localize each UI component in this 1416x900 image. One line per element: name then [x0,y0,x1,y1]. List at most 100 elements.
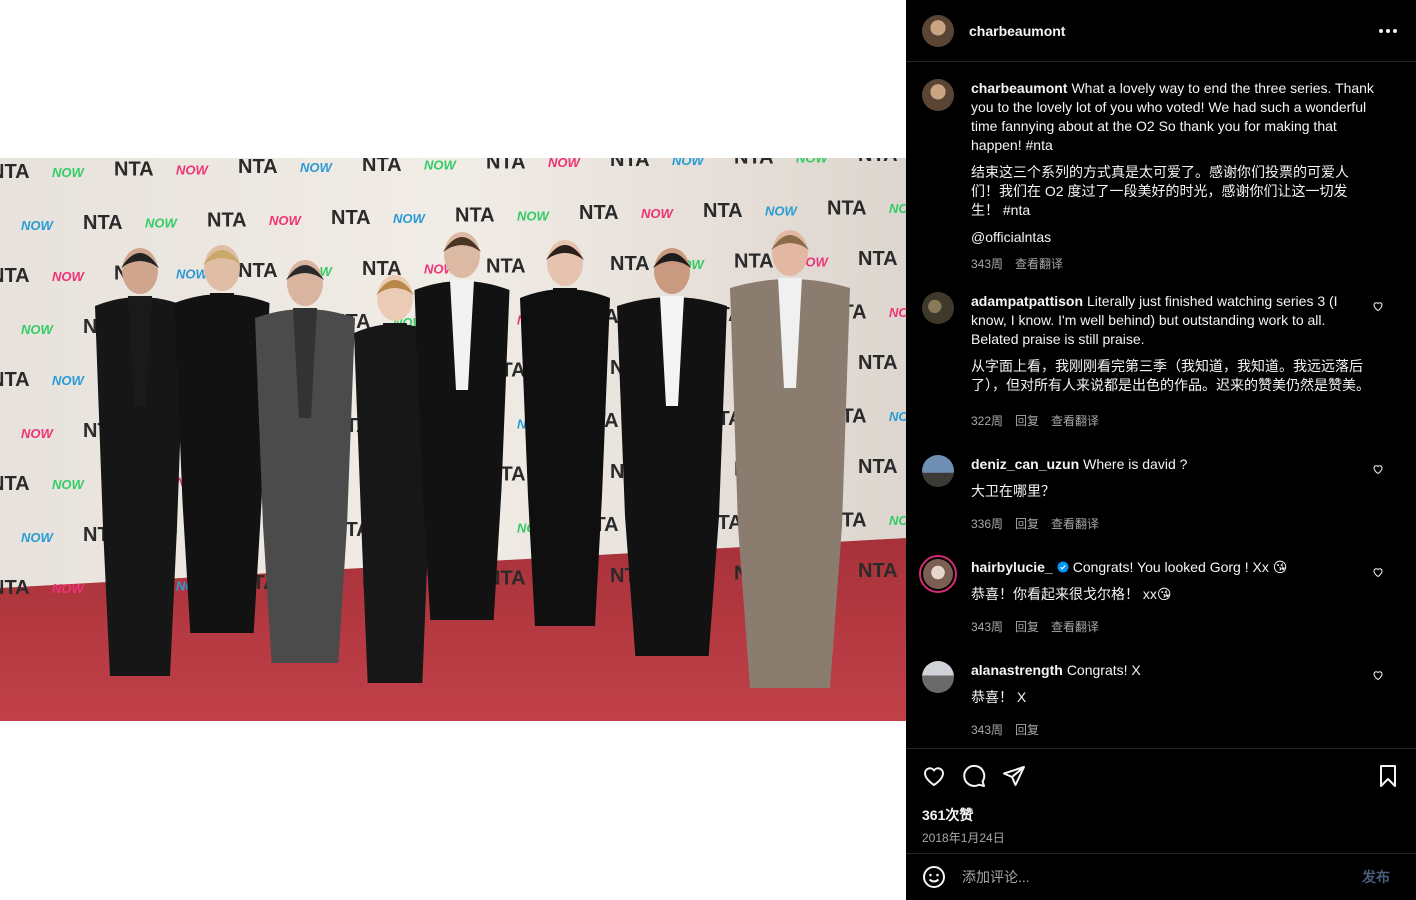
caption-avatar[interactable] [922,79,954,111]
like-comment-heart-icon[interactable] [1372,463,1384,475]
comment-time[interactable]: 322周 [971,412,1003,431]
backdrop-now-logo: NOW [548,158,582,170]
backdrop-nta-logo: NTA [734,251,774,273]
backdrop-now-logo: NOW [796,158,830,165]
likes-count[interactable]: 361次赞 [906,805,1416,825]
verified-badge-icon [1057,561,1069,573]
caption-time[interactable]: 343周 [971,255,1003,274]
comment-item: alanastrength Congrats! X 恭喜！ X 343周 回复 [922,661,1400,740]
comment-text: Congrats! X [1066,662,1141,678]
person-figure [255,260,355,663]
commenter-avatar[interactable] [922,455,954,487]
author-username[interactable]: charbeaumont [969,23,1065,39]
post-photo[interactable]: NTA NOW NTA NOW NTA NOW NTA NOW NTA NOW NTA NOW NTA N… [0,158,906,721]
backdrop-nta-logo: NTA [0,265,30,287]
backdrop-now-logo: NOW [672,158,706,168]
comment-translation: 恭喜！你看起来很戈尔格！ xx😘 [971,586,1172,602]
backdrop-now-logo: NOW [300,160,334,175]
post-media-panel: NTA NOW NTA NOW NTA NOW NTA NOW NTA NOW NTA NOW NTA N… [0,0,906,900]
caption-username[interactable]: charbeaumont [971,80,1067,96]
like-comment-heart-icon[interactable] [1372,669,1384,681]
commenter-username[interactable]: adampatpattison [971,293,1083,309]
comment-time[interactable]: 336周 [971,515,1003,534]
backdrop-nta-logo: NTA [238,158,278,178]
commenter-username[interactable]: alanastrength [971,662,1063,678]
comment-time[interactable]: 343周 [971,721,1003,740]
backdrop-nta-logo: NTA [455,205,495,227]
comment-text: Where is david ? [1083,456,1188,472]
commenter-username[interactable]: deniz_can_uzun [971,456,1079,472]
commenter-avatar[interactable] [922,292,954,324]
commenter-username[interactable]: hairbylucie_ [971,559,1053,575]
person-figure [730,230,850,688]
share-send-icon[interactable] [1002,764,1026,788]
backdrop-now-logo: NOW [21,530,55,545]
comment-time[interactable]: 343周 [971,618,1003,637]
backdrop-now-logo: NOW [517,208,551,223]
reply-link[interactable]: 回复 [1015,721,1039,740]
backdrop-nta-logo: NTA [362,158,402,176]
see-translation-link[interactable]: 查看翻译 [1051,412,1099,431]
person-figure [520,240,610,626]
caption-mention[interactable]: @officialntas [971,228,1375,247]
backdrop-nta-logo: NTA [0,369,30,391]
like-comment-heart-icon[interactable] [1372,566,1384,578]
backdrop-nta-logo: NTA [0,473,30,495]
emoji-smiley-icon[interactable] [922,865,946,889]
backdrop-now-logo: NOW [52,581,86,596]
backdrop-nta-logo: NTA [0,577,30,599]
comment-translation: 从字面上看，我刚刚看完第三季（我知道，我知道。我远远落后了），但对所有人来说都是… [971,358,1370,393]
person-figure [617,248,727,656]
backdrop-nta-logo: NTA [486,158,526,173]
backdrop-now-logo: NOW [21,322,55,337]
backdrop-now-logo: NOW [52,269,86,284]
award-photo-illustration: NTA NOW NTA NOW NTA NOW NTA NOW NTA NOW NTA NOW NTA N… [0,158,906,721]
backdrop-now-logo: NOW [889,305,906,320]
person-figure [174,245,270,633]
commenter-avatar-story-ring[interactable] [919,555,957,593]
backdrop-now-logo: NOW [889,513,906,528]
backdrop-nta-logo: NTA [579,202,619,224]
author-avatar[interactable] [922,14,954,47]
like-comment-heart-icon[interactable] [1372,300,1384,312]
commenter-avatar[interactable] [922,661,954,693]
caption-translation: 结束这三个系列的方式真是太可爱了。感谢你们投票的可爱人们！我们在 O2 度过了一… [971,164,1349,218]
backdrop-now-logo: NOW [52,373,86,388]
backdrop-nta-logo: NTA [827,197,867,219]
backdrop-nta-logo: NTA [331,207,371,229]
add-comment-bar: 发布 [906,853,1416,900]
backdrop-nta-logo: NTA [858,352,898,374]
post-actions: 361次赞 2018年1月24日 [906,748,1416,846]
comment-input[interactable] [962,869,1362,885]
post-comment-button[interactable]: 发布 [1362,867,1390,887]
comment-bubble-icon[interactable] [962,764,986,788]
backdrop-now-logo: NOW [21,426,55,441]
backdrop-now-logo: NOW [52,477,86,492]
backdrop-nta-logo: NTA [486,255,526,277]
backdrop-nta-logo: NTA [610,158,650,171]
backdrop-nta-logo: NTA [734,158,774,169]
backdrop-now-logo: NOW [21,218,55,233]
backdrop-now-logo: NOW [269,213,303,228]
backdrop-nta-logo: NTA [858,456,898,478]
comments-list[interactable]: charbeaumont What a lovely way to end the… [906,63,1416,747]
see-translation-link[interactable]: 查看翻译 [1051,618,1099,637]
see-translation-link[interactable]: 查看翻译 [1051,515,1099,534]
backdrop-nta-logo: NTA [207,209,247,231]
reply-link[interactable]: 回复 [1015,412,1039,431]
backdrop-now-logo: NOW [889,201,906,216]
backdrop-now-logo: NOW [424,158,458,173]
bookmark-save-icon[interactable] [1376,764,1400,788]
backdrop-nta-logo: NTA [703,200,743,222]
comment-translation: 恭喜！ X [971,689,1027,705]
person-figure [414,232,510,620]
comment-translation: 大卫在哪里？ [971,483,1055,499]
reply-link[interactable]: 回复 [1015,618,1039,637]
backdrop-now-logo: NOW [176,162,210,177]
more-horizontal-icon[interactable] [1376,19,1400,43]
like-heart-icon[interactable] [922,764,946,788]
see-translation-link[interactable]: 查看翻译 [1015,255,1063,274]
backdrop-nta-logo: NTA [114,159,154,181]
backdrop-nta-logo: NTA [858,248,898,270]
reply-link[interactable]: 回复 [1015,515,1039,534]
